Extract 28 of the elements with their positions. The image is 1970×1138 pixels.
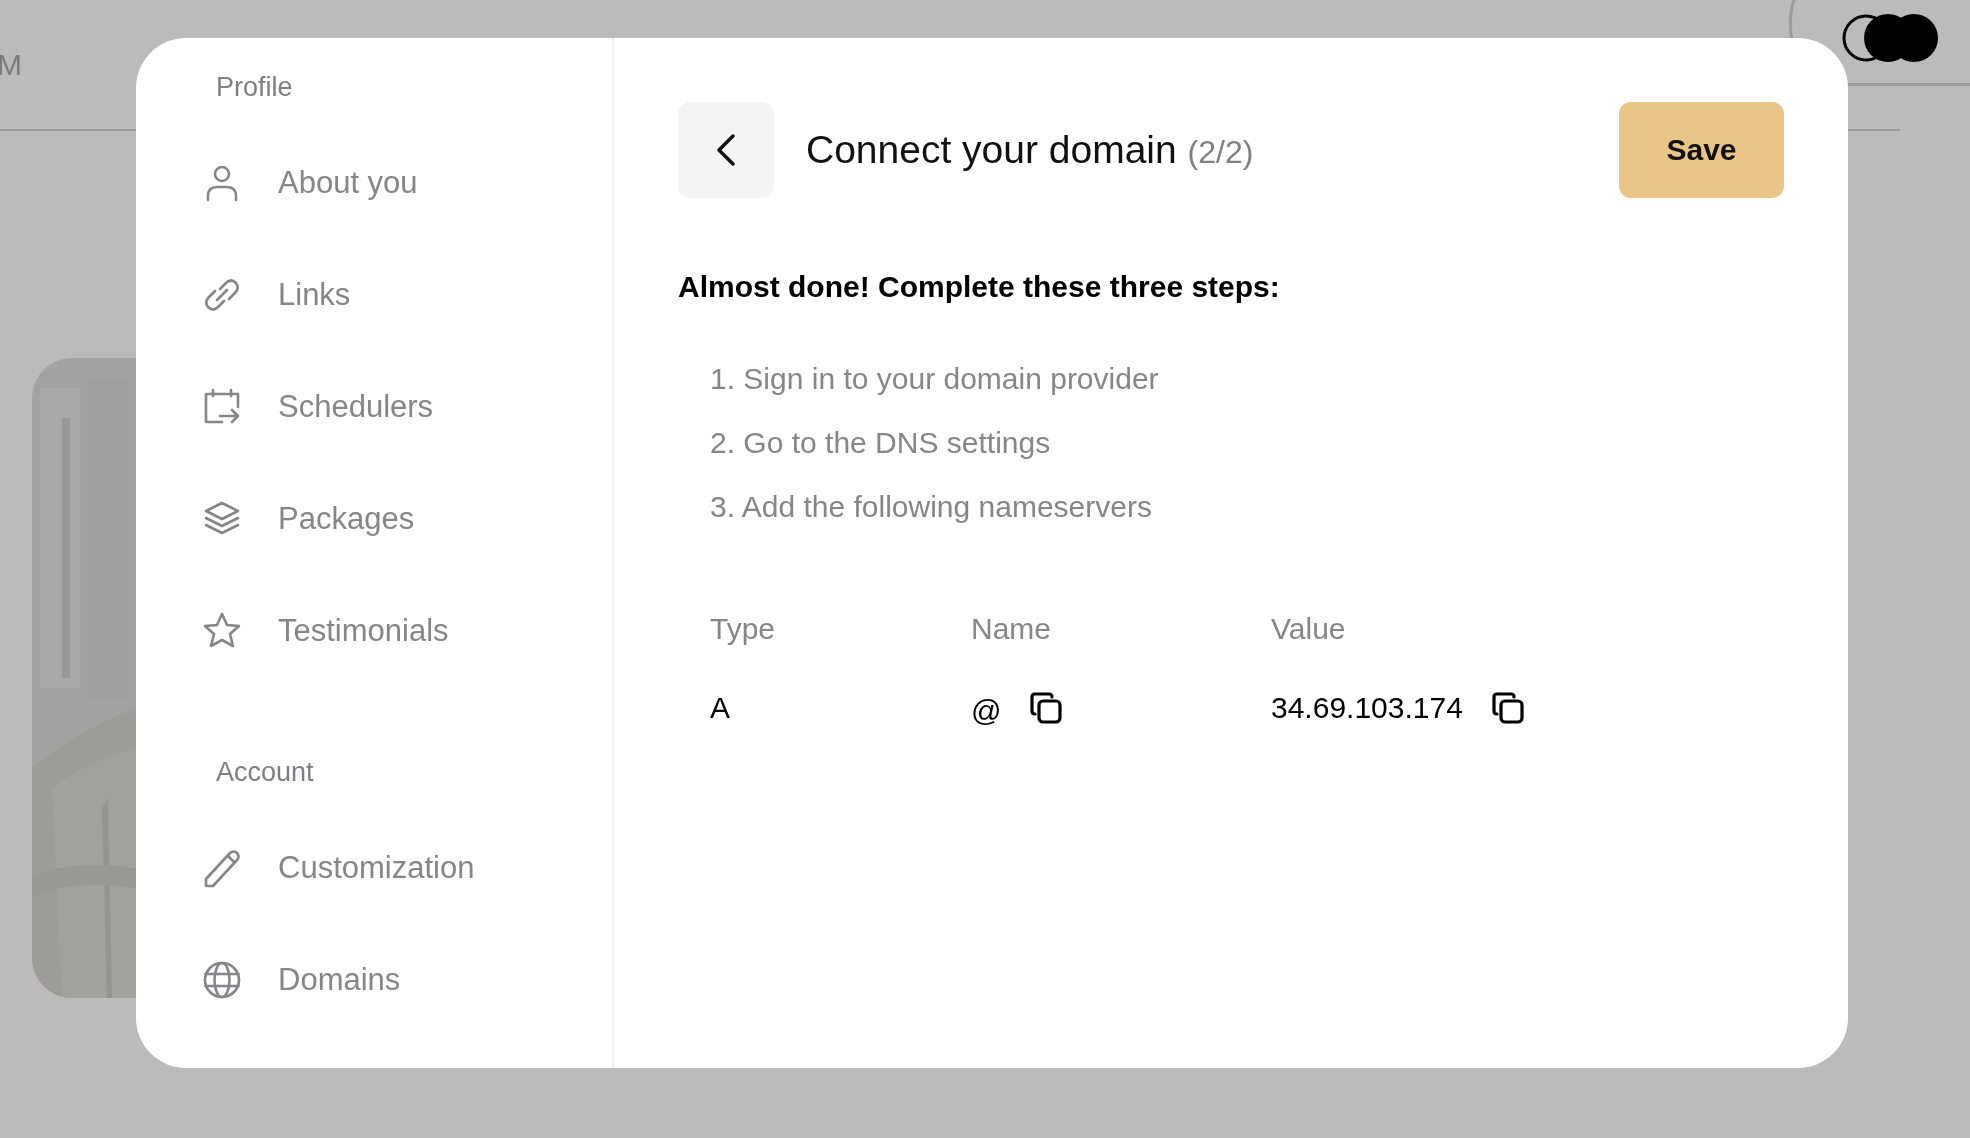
back-icon	[715, 133, 737, 167]
toggle-icon[interactable]	[1840, 13, 1940, 63]
header-text: M	[0, 48, 22, 82]
save-button[interactable]: Save	[1619, 102, 1784, 198]
sidebar-item[interactable]: Schedulers	[202, 351, 612, 463]
step-text: 2. Go to the DNS settings	[710, 426, 1052, 461]
copy-icon[interactable]	[1490, 691, 1525, 725]
section-heading: Account	[216, 757, 315, 788]
pencil-icon	[202, 848, 242, 888]
sidebar-item[interactable]: Domains	[202, 924, 612, 1036]
sidebar-item[interactable]: Links	[202, 239, 612, 351]
table-cell-text: A	[710, 691, 731, 725]
dialog-title: Connect your domain (2/2)	[806, 128, 1255, 172]
instructions-heading: Almost done! Complete these three steps:	[678, 270, 1281, 304]
column-header: Type	[710, 612, 777, 646]
sidebar-item[interactable]: Packages	[202, 463, 612, 575]
section-heading: Profile	[216, 72, 294, 103]
step-text: 3. Add the following nameservers	[710, 490, 1153, 525]
copy-icon[interactable]	[1029, 691, 1064, 725]
column-header: Name	[971, 612, 1053, 646]
globe-icon	[202, 960, 242, 1000]
table-cell-text: @	[971, 693, 1002, 728]
sidebar-item[interactable]: Customization	[202, 812, 612, 924]
step-text: 1. Sign in to your domain provider	[710, 362, 1160, 397]
sidebar-item[interactable]: About you	[202, 127, 612, 239]
column-header: Value	[1271, 612, 1347, 646]
table-cell: 34.69.103.174	[1271, 691, 1463, 725]
sidebar-item[interactable]: Testimonials	[202, 575, 612, 687]
